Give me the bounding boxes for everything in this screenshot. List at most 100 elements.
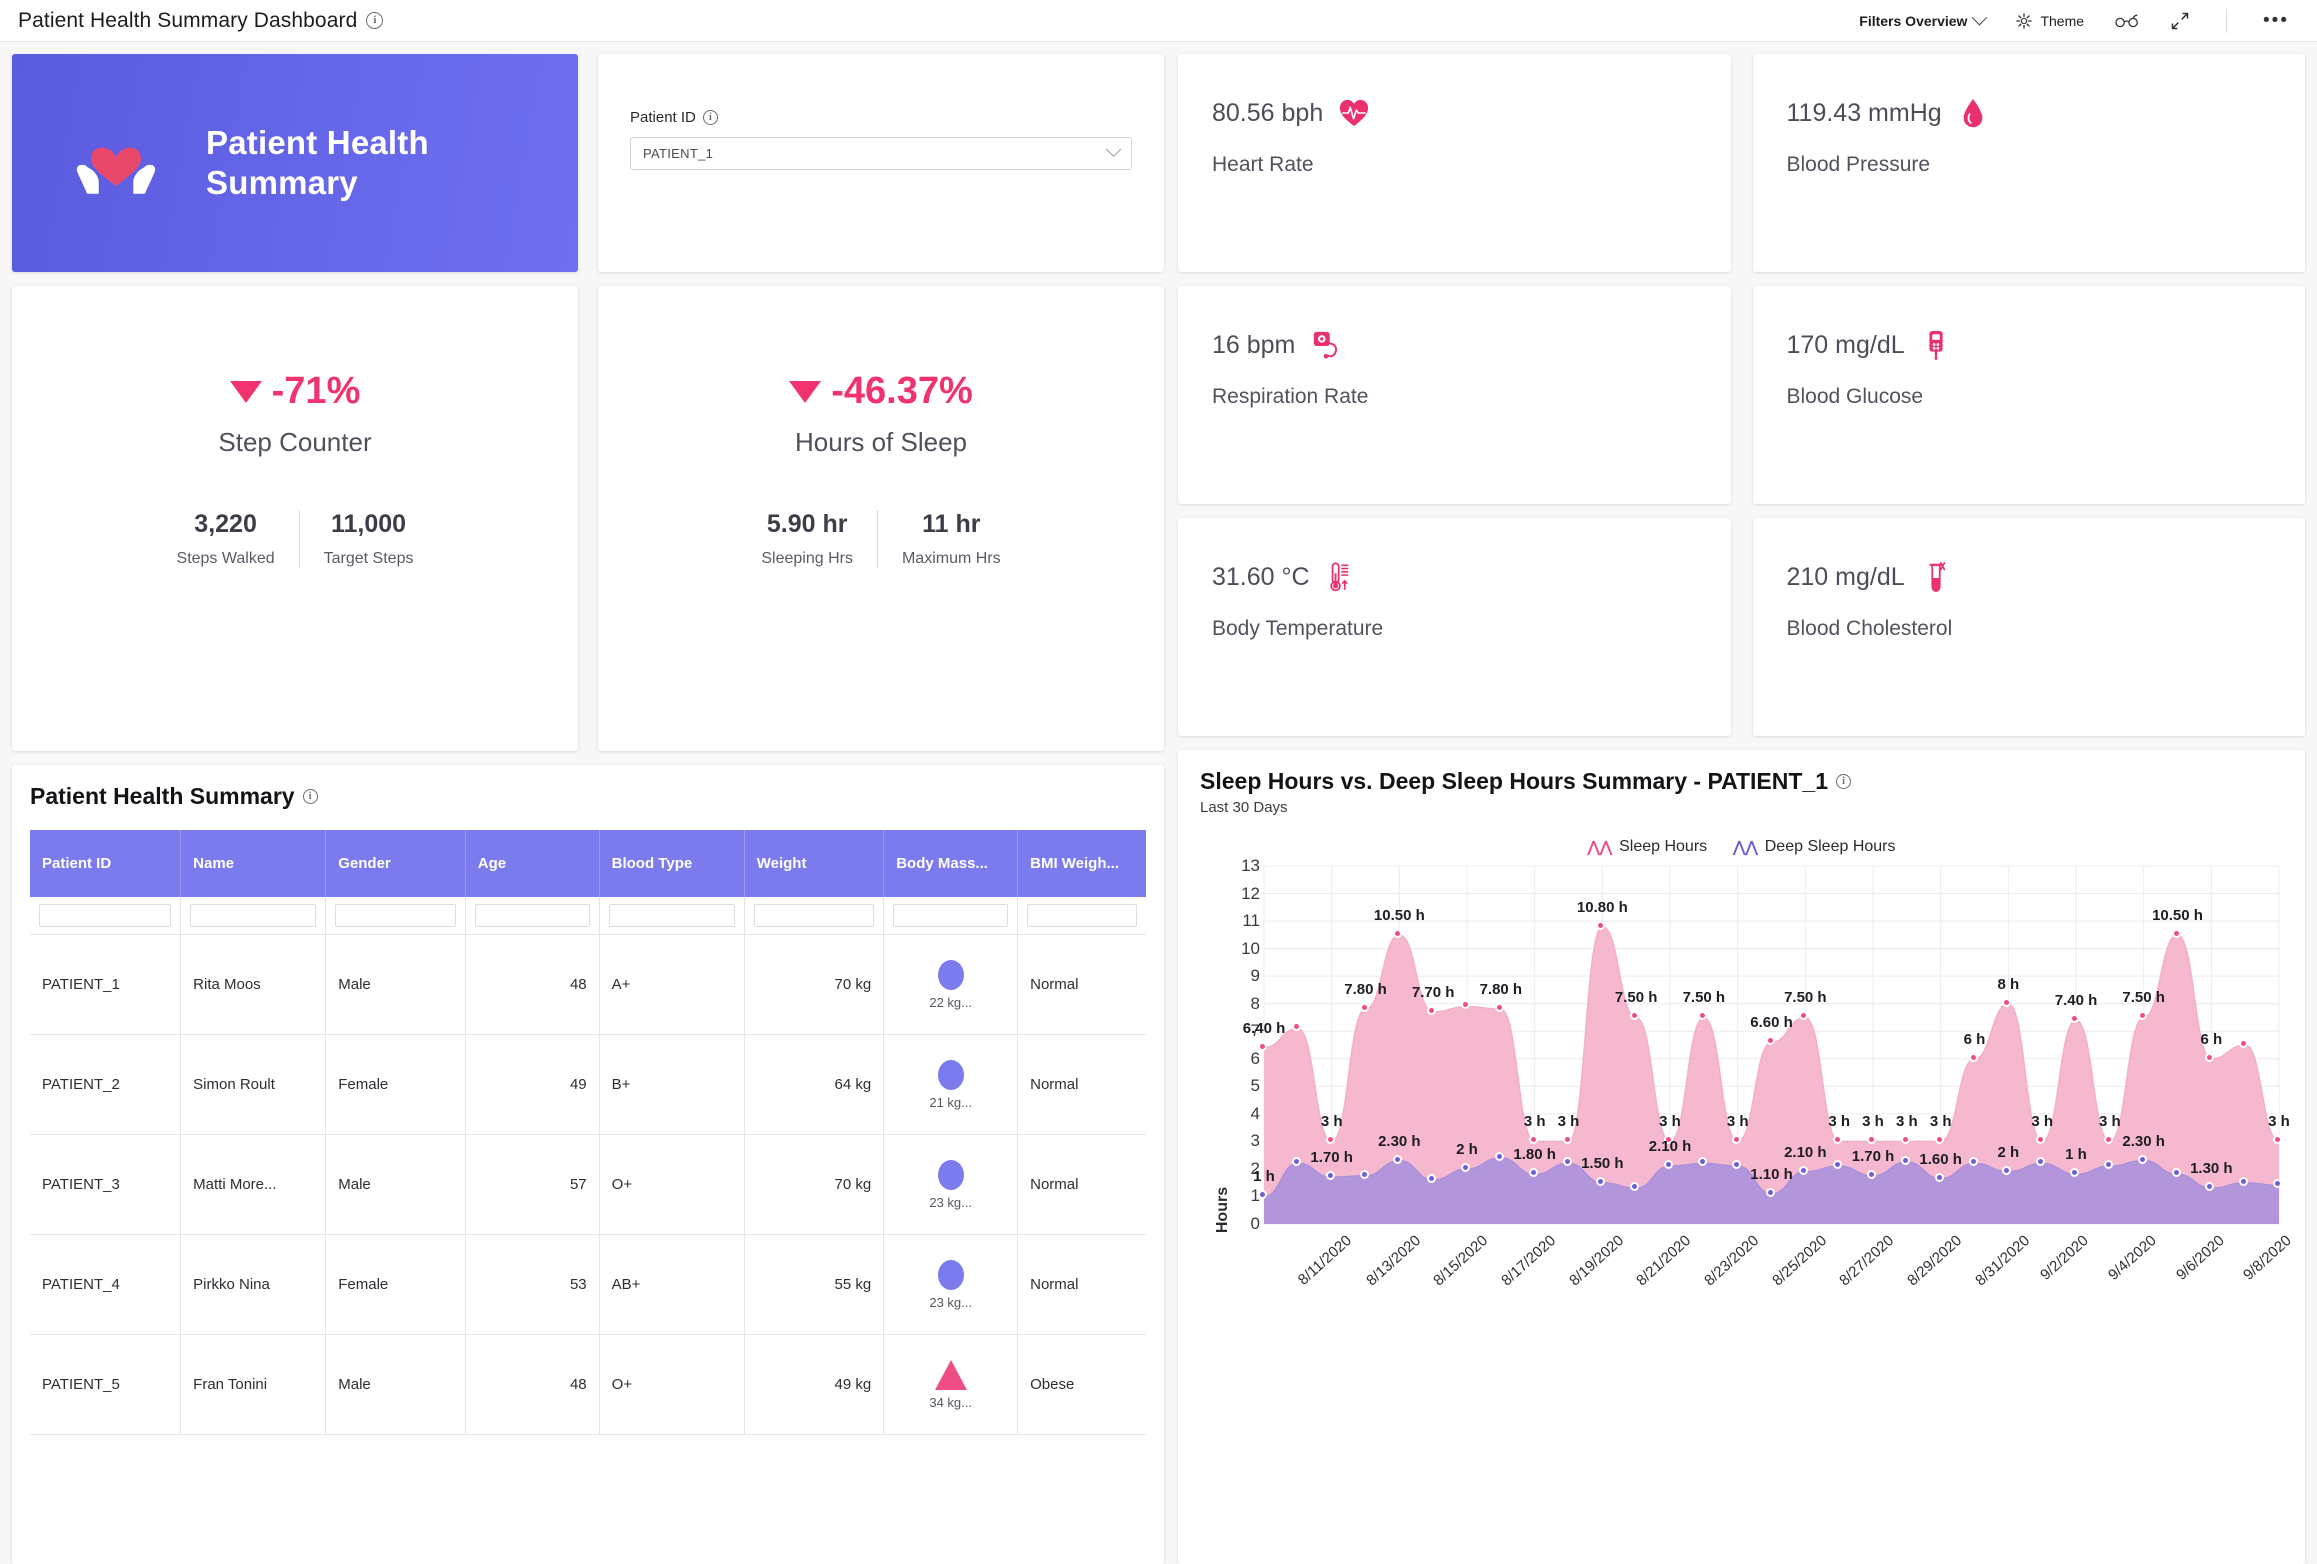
filter-input-weight[interactable] <box>753 904 875 927</box>
chart-point[interactable] <box>1494 1151 1504 1161</box>
x-axis-tick: 9/4/2020 <box>2104 1232 2160 1284</box>
chart-point[interactable] <box>1765 1036 1775 1046</box>
chart-point[interactable] <box>1765 1187 1775 1197</box>
filter-input-body-mass[interactable] <box>893 904 1009 927</box>
y-axis-tick: 8 <box>1250 993 1260 1013</box>
legend-item-sleep-hours[interactable]: ⋀⋀ Sleep Hours <box>1587 838 1707 856</box>
reading-view-button[interactable] <box>2114 12 2140 30</box>
legend-item-deep-sleep-hours[interactable]: ⋀⋀ Deep Sleep Hours <box>1733 838 1895 856</box>
chart-point[interactable] <box>1258 1041 1267 1051</box>
chart-point[interactable] <box>1393 1154 1403 1164</box>
chart-point[interactable] <box>1968 1157 1978 1167</box>
body-temperature-card: 31.60 °C Body Temperature <box>1178 518 1731 736</box>
info-icon[interactable]: i <box>366 12 384 29</box>
patient-id-select[interactable]: PATIENT_1 <box>630 137 1132 170</box>
chart-point[interactable] <box>1325 1171 1335 1181</box>
filter-input-gender[interactable] <box>335 904 456 927</box>
table-scroll-region[interactable]: Patient ID Name Gender Age Blood Type We… <box>30 830 1146 1564</box>
info-icon[interactable]: i <box>302 789 318 804</box>
col-age[interactable]: Age <box>465 830 600 897</box>
kpi-row-1: 80.56 bph Heart Rate 119.43 mmHg Blood P… <box>1178 54 2305 272</box>
heart-rate-label: Heart Rate <box>1212 153 1314 176</box>
chart-point[interactable] <box>2239 1176 2249 1186</box>
table-row[interactable]: PATIENT_2 Simon Roult Female 49 B+ 64 kg… <box>30 1034 1146 1135</box>
col-patient-id[interactable]: Patient ID <box>30 830 182 897</box>
table-row[interactable]: PATIENT_1 Rita Moos Male 48 A+ 70 kg 22 … <box>30 934 1146 1035</box>
more-options-button[interactable]: ••• <box>2263 10 2289 30</box>
maximum-hrs-stat: 11 hr Maximum Hrs <box>876 510 1025 568</box>
theme-button[interactable]: Theme <box>2015 12 2084 30</box>
chart-subtitle: Last 30 Days <box>1200 799 1288 816</box>
chart-point[interactable] <box>2171 928 2181 938</box>
chart-point[interactable] <box>1562 1157 1572 1167</box>
chart-point[interactable] <box>1900 1156 1910 1166</box>
table-row[interactable]: PATIENT_5 Fran Tonini Male 48 O+ 49 kg 3… <box>30 1334 1146 1435</box>
chevron-down-icon <box>1972 9 1988 26</box>
chart-point[interactable] <box>1968 1052 1978 1062</box>
y-axis-tick: 13 <box>1241 856 1260 875</box>
chart-point[interactable] <box>1596 1176 1606 1186</box>
blood-test-tube-icon <box>1928 562 1945 592</box>
filter-input-patient-id[interactable] <box>39 904 172 927</box>
chart-data-label: 3 h <box>1523 1113 1546 1131</box>
x-axis-tick: 8/15/2020 <box>1430 1232 1492 1290</box>
chart-point[interactable] <box>1461 1162 1470 1172</box>
chart-point[interactable] <box>1867 1169 1876 1179</box>
chart-point[interactable] <box>1934 1135 1944 1145</box>
cell-weight: 55 kg <box>744 1234 885 1335</box>
x-axis-tick: 8/21/2020 <box>1633 1232 1695 1290</box>
col-name[interactable]: Name <box>180 830 327 897</box>
info-icon[interactable]: i <box>702 110 718 125</box>
chart-point[interactable] <box>1528 1135 1538 1145</box>
chart-point[interactable] <box>2137 1154 2147 1164</box>
bmi-value: 23 kg... <box>929 1194 972 1210</box>
info-icon[interactable]: i <box>1836 774 1852 789</box>
reading-glasses-icon <box>2115 14 2138 27</box>
chart-point[interactable] <box>1359 1169 1369 1179</box>
chart-point[interactable] <box>1325 1135 1335 1145</box>
chart-canvas: 6.40 h 3 h 7.80 h 10.50 h 7.70 h 7.80 h 3 h 3 h… <box>1243 866 2290 1224</box>
thermometer-icon <box>1329 562 1348 592</box>
chart-point[interactable] <box>2171 1168 2181 1178</box>
filter-input-bmi-weight[interactable] <box>1027 904 1137 927</box>
chart-point[interactable] <box>1596 920 1606 930</box>
patient-id-label-row: Patient ID i <box>630 109 1132 126</box>
chart-point[interactable] <box>1731 1135 1741 1145</box>
expand-button[interactable] <box>2170 11 2190 31</box>
chart-point[interactable] <box>1494 1003 1504 1013</box>
chart-point[interactable] <box>1799 1165 1809 1175</box>
chart-point[interactable] <box>2002 997 2012 1007</box>
glucometer-icon <box>1929 330 1943 360</box>
chart-point[interactable] <box>1359 1003 1369 1013</box>
chart-point[interactable] <box>1562 1135 1572 1145</box>
heart-pulse-icon <box>1340 99 1369 127</box>
chart-point[interactable] <box>2002 1165 2012 1175</box>
filter-input-name[interactable] <box>190 904 317 927</box>
chart-data-label: 1.80 h <box>1513 1146 1556 1164</box>
step-counter-delta: -71% <box>229 370 360 413</box>
hours-of-sleep-delta: -46.37% <box>789 370 973 413</box>
table-row[interactable]: PATIENT_4 Pirkko Nina Female 53 AB+ 55 k… <box>30 1234 1146 1335</box>
filter-cell <box>180 897 327 935</box>
col-gender[interactable]: Gender <box>325 830 466 897</box>
chart-point[interactable] <box>2273 1179 2282 1189</box>
dashboard-body: Patient Health Summary Patient ID i PATI… <box>0 42 2317 1564</box>
chart-data-label: 10.50 h <box>2152 906 2203 924</box>
col-blood-type[interactable]: Blood Type <box>599 830 745 897</box>
col-body-mass[interactable]: Body Mass... <box>883 830 1019 897</box>
body-temperature-value: 31.60 °C <box>1212 562 1310 591</box>
topbar-actions: Filters Overview Theme ••• <box>1859 8 2289 33</box>
col-weight[interactable]: Weight <box>744 830 885 897</box>
table-row[interactable]: PATIENT_3 Matti More... Male 57 O+ 70 kg… <box>30 1134 1146 1235</box>
chart-point[interactable] <box>2273 1135 2282 1145</box>
chart-point[interactable] <box>1731 1160 1741 1170</box>
chart-data-label: 3 h <box>2268 1113 2290 1131</box>
chart-point[interactable] <box>2103 1160 2113 1170</box>
filter-input-blood-type[interactable] <box>608 904 735 927</box>
filters-overview-button[interactable]: Filters Overview <box>1859 9 1988 29</box>
cell-patient-id: PATIENT_4 <box>30 1234 182 1335</box>
chart-point[interactable] <box>1934 1172 1944 1182</box>
col-bmi-weight[interactable]: BMI Weigh... <box>1017 830 1146 897</box>
table-header-row: Patient ID Name Gender Age Blood Type We… <box>30 830 1146 897</box>
filter-input-age[interactable] <box>474 904 590 927</box>
